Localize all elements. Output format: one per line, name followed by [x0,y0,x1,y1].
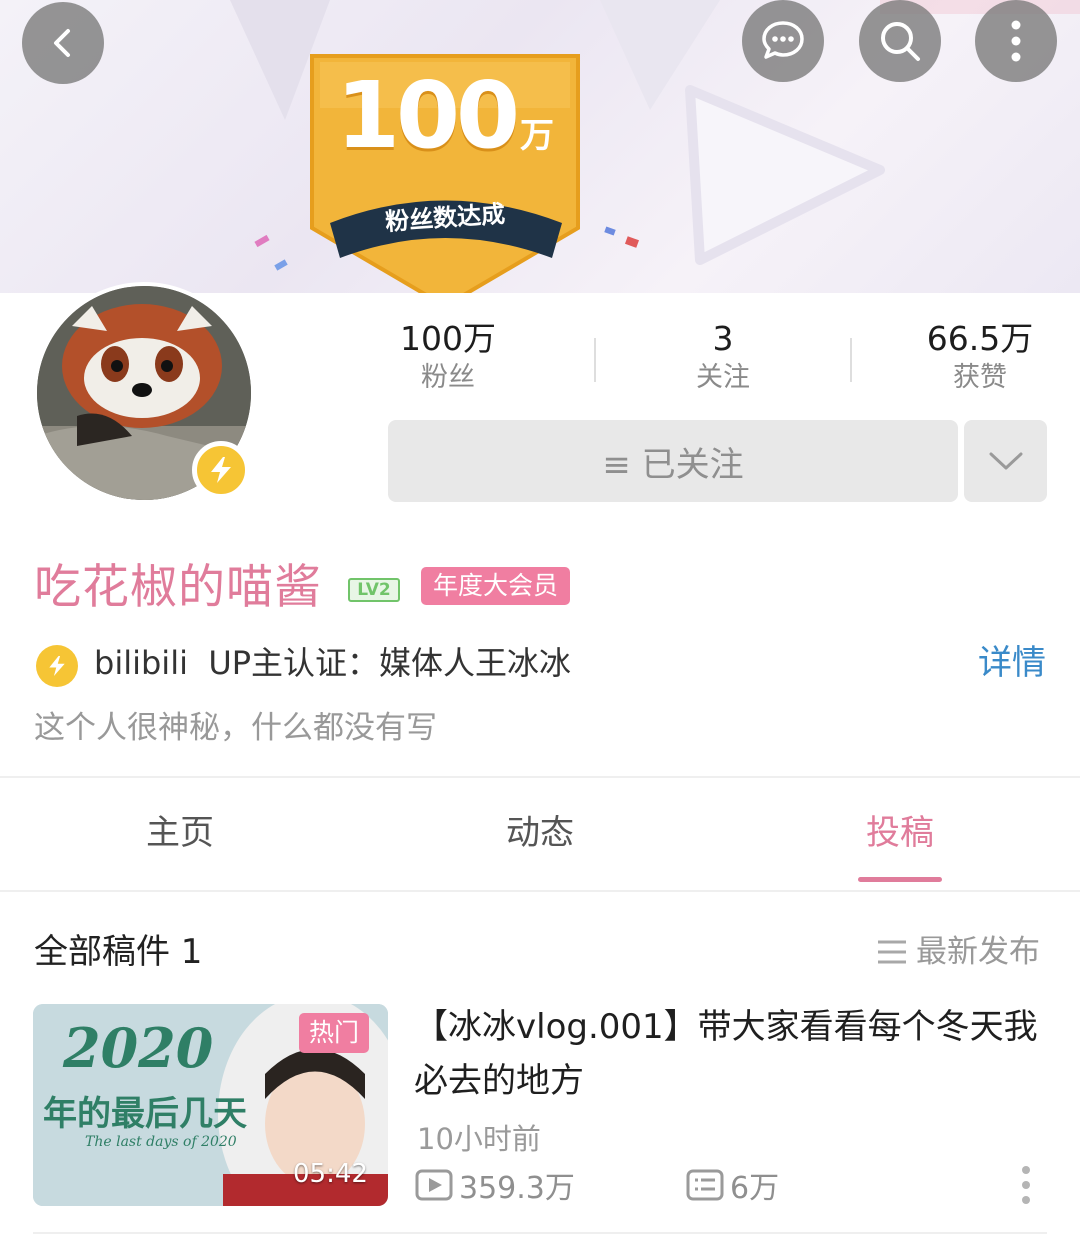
uploads-count-title: 全部稿件 1 [34,932,203,972]
lightning-icon [49,656,65,676]
follow-dropdown-button[interactable] [964,420,1047,502]
danmaku-count-value: 6万 [730,1171,780,1206]
play-count-icon [415,1169,453,1201]
divider [0,890,1080,892]
header-banner: 100 万 粉丝数达成 [0,0,1080,293]
verified-up-badge [192,441,250,499]
stat-following-value: 3 [712,319,734,358]
message-button[interactable] [742,0,824,82]
lightning-icon [211,457,231,483]
video-duration: 05:42 [293,1159,368,1189]
chevron-left-icon [54,29,70,57]
followed-button[interactable]: ≡ 已关注 [388,420,958,502]
tab-dynamics[interactable]: 动态 [360,806,720,860]
video-danmaku-count: 6万 [686,1163,779,1207]
badge-unit: 万 [520,116,555,156]
video-title[interactable]: 【冰冰vlog.001】带大家看看每个冬天我必去的地方 [414,1000,1044,1108]
level-badge: LV2 [348,578,400,602]
certification-text: bilibili UP主认证：媒体人王冰冰 [94,644,572,682]
more-vertical-icon [1011,20,1021,62]
certification-detail-link[interactable]: 详情 [978,641,1046,685]
sort-lines-icon [878,940,906,964]
stat-fans-label: 粉丝 [421,362,475,393]
more-options-button[interactable] [975,0,1057,82]
badge-text: 100 万 [300,62,590,169]
kebab-dot [1022,1166,1030,1175]
stat-following[interactable]: 3 关注 [623,318,823,396]
stat-fans[interactable]: 100万 粉丝 [348,318,548,396]
hot-tag: 热门 [299,1013,370,1053]
sort-button[interactable]: 最新发布 [876,929,1040,975]
video-more-button[interactable] [1014,1163,1038,1207]
certification-lightning-icon [36,645,78,687]
chat-bubble-icon [762,21,804,59]
thumb-subtitle-text: 年的最后几天 [43,1094,247,1134]
tab-uploads[interactable]: 投稿 [720,806,1080,860]
chevron-down-icon [989,452,1022,470]
stat-fans-value: 100万 [400,319,496,358]
search-icon [881,22,920,61]
stat-divider [850,338,852,382]
stat-following-label: 关注 [696,362,750,393]
thumb-english-text: The last days of 2020 [85,1134,237,1150]
stat-likes-label: 获赞 [953,362,1007,393]
video-play-count: 359.3万 [415,1163,575,1207]
username: 吃花椒的喵酱 [34,560,322,615]
tab-home[interactable]: 主页 [0,806,360,860]
stat-likes[interactable]: 66.5万 获赞 [880,318,1080,396]
video-upload-time: 10小时前 [417,1122,541,1156]
play-count-value: 359.3万 [459,1171,575,1206]
stat-divider [594,338,596,382]
kebab-dot [1022,1180,1030,1189]
user-signature: 这个人很神秘，什么都没有写 [34,710,437,746]
vip-badge[interactable]: 年度大会员 [421,567,571,605]
badge-number: 100 [335,62,520,169]
search-button[interactable] [859,0,941,82]
back-button[interactable] [22,2,104,84]
danmaku-icon [686,1169,724,1201]
divider [33,1232,1047,1234]
active-tab-indicator [858,877,942,882]
thumb-year-text: 2020 [63,1016,214,1080]
divider [0,776,1080,778]
sort-label: 最新发布 [916,934,1040,970]
stat-likes-value: 66.5万 [926,319,1034,358]
kebab-dot [1022,1195,1030,1204]
